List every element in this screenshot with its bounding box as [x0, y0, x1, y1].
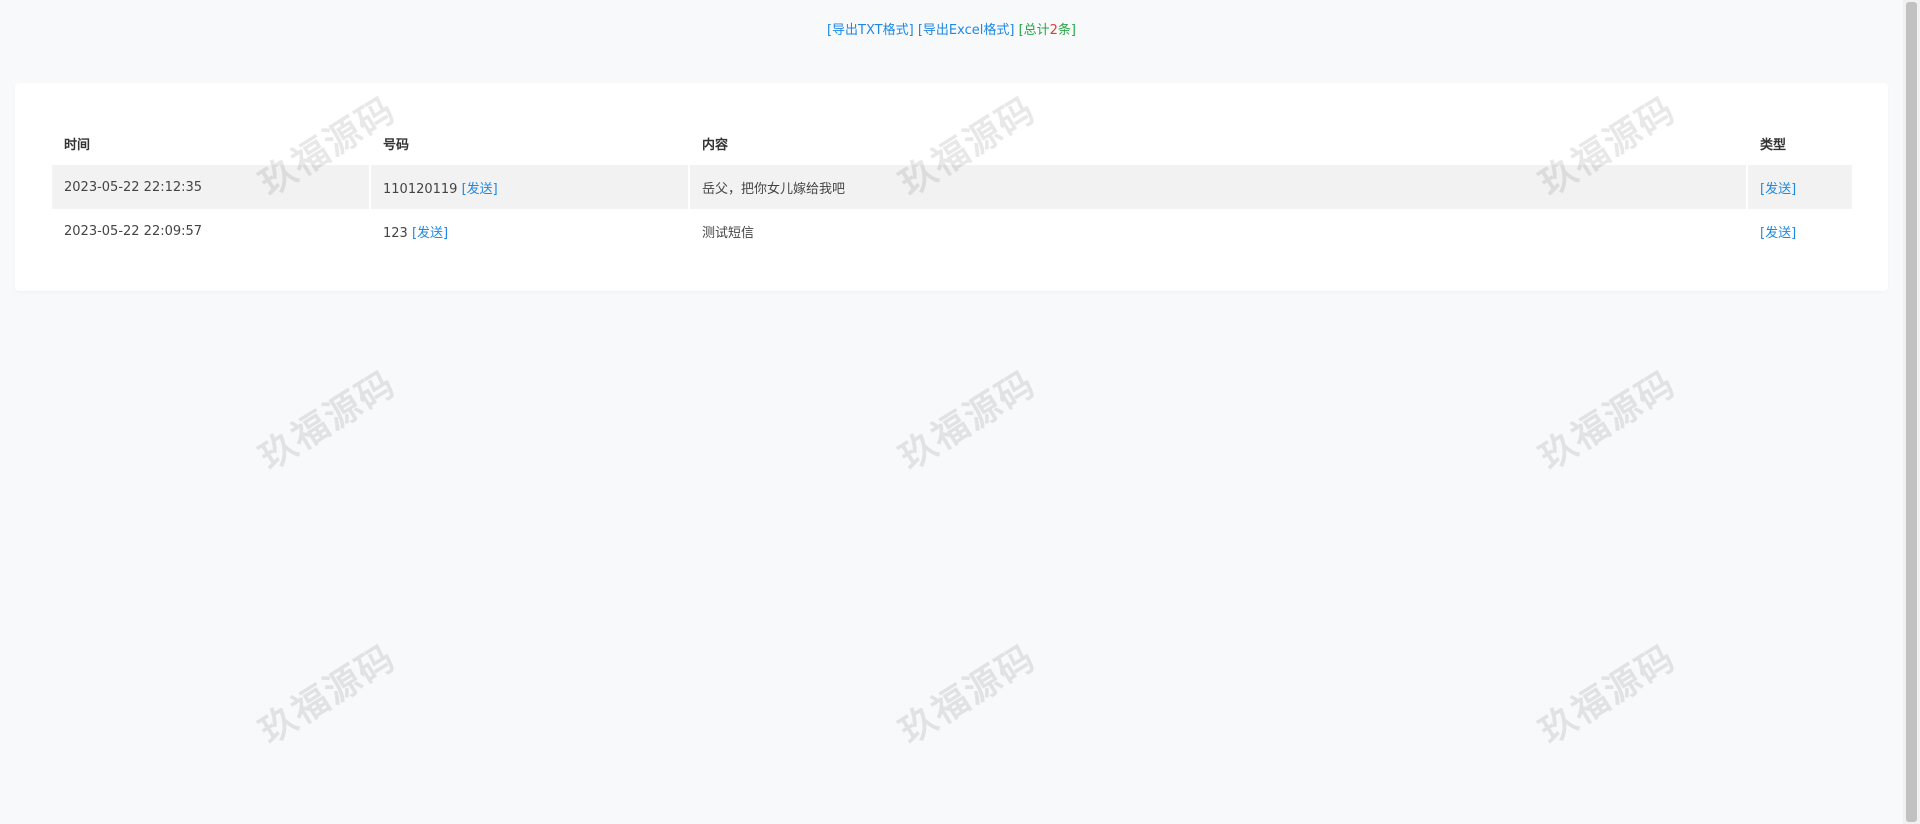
- table-row: 2023-05-22 22:09:57 123 [发送] 测试短信 [发送]: [52, 209, 1852, 253]
- header-number: 号码: [383, 137, 410, 153]
- total-suffix: 条]: [1057, 23, 1076, 38]
- vertical-scrollbar[interactable]: [1903, 0, 1920, 824]
- row-number: 110120119: [383, 181, 458, 197]
- row-type-cell: [发送]: [1748, 165, 1852, 209]
- total-count-label: [总计2条]: [1019, 23, 1076, 38]
- table-row: 2023-05-22 22:12:35 110120119 [发送] 岳父，把你…: [52, 165, 1852, 209]
- type-send-link[interactable]: [发送]: [1760, 226, 1796, 241]
- watermark-text: 玖福源码: [892, 637, 1044, 753]
- row-content: 岳父，把你女儿嫁给我吧: [690, 165, 1748, 209]
- export-excel-link[interactable]: [导出Excel格式]: [918, 23, 1015, 38]
- row-number-cell: 123 [发送]: [371, 209, 690, 253]
- watermark-text: 玖福源码: [1532, 637, 1684, 753]
- row-time: 2023-05-22 22:12:35: [52, 165, 371, 209]
- export-txt-link[interactable]: [导出TXT格式]: [827, 23, 914, 38]
- records-card: 时间 号码 内容 类型 2023-05-22 22:12:35 11012011…: [15, 83, 1888, 291]
- watermark-text: 玖福源码: [892, 363, 1044, 479]
- header-time: 时间: [64, 137, 91, 153]
- watermark-text: 玖福源码: [252, 363, 404, 479]
- row-number-cell: 110120119 [发送]: [371, 165, 690, 209]
- sms-records-table: 时间 号码 内容 类型 2023-05-22 22:12:35 11012011…: [52, 121, 1852, 253]
- row-time: 2023-05-22 22:09:57: [64, 223, 203, 239]
- type-send-link[interactable]: [发送]: [1760, 182, 1796, 197]
- scrollbar-thumb[interactable]: [1906, 2, 1917, 822]
- header-content: 内容: [702, 137, 729, 153]
- row-content: 测试短信: [702, 225, 755, 241]
- row-type-cell: [发送]: [1748, 209, 1852, 253]
- total-prefix: [总计: [1018, 23, 1050, 38]
- send-link[interactable]: [发送]: [412, 226, 448, 241]
- watermark-text: 玖福源码: [1532, 363, 1684, 479]
- header-type: 类型: [1760, 137, 1787, 153]
- total-count-value: 2: [1049, 23, 1058, 38]
- send-link[interactable]: [发送]: [462, 182, 498, 197]
- watermark-text: 玖福源码: [252, 637, 404, 753]
- table-header-row: 时间 号码 内容 类型: [52, 121, 1852, 165]
- page: [导出TXT格式] [导出Excel格式] [总计2条] 时间 号码 内容 类型…: [0, 0, 1903, 824]
- row-number: 123: [383, 225, 408, 241]
- export-toolbar: [导出TXT格式] [导出Excel格式] [总计2条]: [0, 22, 1903, 40]
